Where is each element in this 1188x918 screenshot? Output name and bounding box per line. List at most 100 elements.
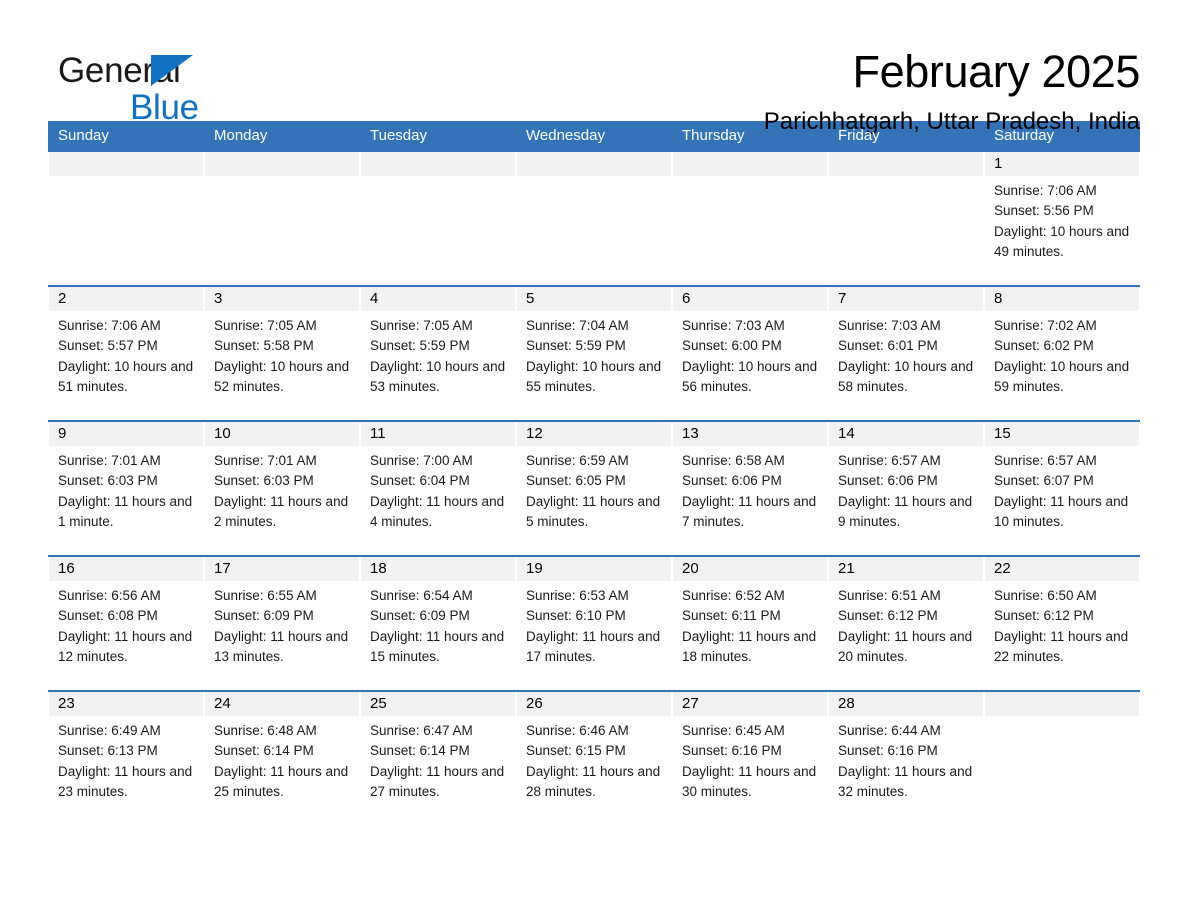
sunrise-text: Sunrise: 7:04 AM xyxy=(526,318,629,333)
day-cell[interactable]: 6 Sunrise: 7:03 AM Sunset: 6:00 PM Dayli… xyxy=(672,287,828,420)
day-number: 27 xyxy=(673,692,827,716)
sunset-text: Sunset: 6:06 PM xyxy=(682,473,782,489)
day-cell[interactable]: 11 Sunrise: 7:00 AM Sunset: 6:04 PM Dayl… xyxy=(360,422,516,555)
day-cell[interactable]: 13 Sunrise: 6:58 AM Sunset: 6:06 PM Dayl… xyxy=(672,422,828,555)
day-details: Sunrise: 6:57 AM Sunset: 6:07 PM Dayligh… xyxy=(985,446,1139,532)
sunrise-text: Sunrise: 6:48 AM xyxy=(214,723,317,738)
day-number: 11 xyxy=(361,422,515,446)
weekday-header-wednesday: Wednesday xyxy=(526,127,605,144)
day-number: 15 xyxy=(985,422,1139,446)
sunrise-text: Sunrise: 7:03 AM xyxy=(682,318,785,333)
sunrise-text: Sunrise: 7:05 AM xyxy=(370,318,473,333)
sunrise-text: Sunrise: 6:51 AM xyxy=(838,588,941,603)
sunrise-text: Sunrise: 6:55 AM xyxy=(214,588,317,603)
day-cell[interactable]: 15 Sunrise: 6:57 AM Sunset: 6:07 PM Dayl… xyxy=(984,422,1140,555)
sunset-text: Sunset: 6:03 PM xyxy=(58,473,158,489)
day-cell[interactable]: 12 Sunrise: 6:59 AM Sunset: 6:05 PM Dayl… xyxy=(516,422,672,555)
day-details: Sunrise: 7:05 AM Sunset: 5:58 PM Dayligh… xyxy=(205,311,359,397)
sunset-text: Sunset: 6:09 PM xyxy=(214,608,314,624)
sunrise-text: Sunrise: 6:44 AM xyxy=(838,723,941,738)
day-cell[interactable] xyxy=(48,152,204,285)
day-cell[interactable]: 8 Sunrise: 7:02 AM Sunset: 6:02 PM Dayli… xyxy=(984,287,1140,420)
day-cell[interactable]: 26 Sunrise: 6:46 AM Sunset: 6:15 PM Dayl… xyxy=(516,692,672,825)
day-cell[interactable]: 28 Sunrise: 6:44 AM Sunset: 6:16 PM Dayl… xyxy=(828,692,984,825)
day-cell[interactable]: 3 Sunrise: 7:05 AM Sunset: 5:58 PM Dayli… xyxy=(204,287,360,420)
day-cell[interactable]: 18 Sunrise: 6:54 AM Sunset: 6:09 PM Dayl… xyxy=(360,557,516,690)
sunset-text: Sunset: 6:00 PM xyxy=(682,338,782,354)
day-details xyxy=(361,176,515,181)
daylight-text: Daylight: 11 hours and 23 minutes. xyxy=(58,763,193,799)
sunrise-text: Sunrise: 7:06 AM xyxy=(994,183,1097,198)
day-number: 25 xyxy=(361,692,515,716)
day-details: Sunrise: 6:59 AM Sunset: 6:05 PM Dayligh… xyxy=(517,446,671,532)
weekday-header-saturday: Saturday xyxy=(994,127,1055,144)
day-cell[interactable] xyxy=(984,692,1140,825)
day-cell[interactable]: 14 Sunrise: 6:57 AM Sunset: 6:06 PM Dayl… xyxy=(828,422,984,555)
day-cell[interactable]: 20 Sunrise: 6:52 AM Sunset: 6:11 PM Dayl… xyxy=(672,557,828,690)
day-details: Sunrise: 6:48 AM Sunset: 6:14 PM Dayligh… xyxy=(205,716,359,802)
daylight-text: Daylight: 11 hours and 18 minutes. xyxy=(682,628,817,664)
day-details xyxy=(205,176,359,181)
sunset-text: Sunset: 5:58 PM xyxy=(214,338,314,354)
day-number: 18 xyxy=(361,557,515,581)
day-cell[interactable] xyxy=(516,152,672,285)
day-number: 10 xyxy=(205,422,359,446)
logo-text-blue: Blue xyxy=(130,88,199,127)
day-number xyxy=(829,152,983,176)
sunrise-text: Sunrise: 6:57 AM xyxy=(994,453,1097,468)
day-details: Sunrise: 7:05 AM Sunset: 5:59 PM Dayligh… xyxy=(361,311,515,397)
day-cell[interactable] xyxy=(204,152,360,285)
day-cell[interactable]: 10 Sunrise: 7:01 AM Sunset: 6:03 PM Dayl… xyxy=(204,422,360,555)
day-details: Sunrise: 6:46 AM Sunset: 6:15 PM Dayligh… xyxy=(517,716,671,802)
sunrise-text: Sunrise: 7:06 AM xyxy=(58,318,161,333)
day-cell[interactable]: 27 Sunrise: 6:45 AM Sunset: 6:16 PM Dayl… xyxy=(672,692,828,825)
day-cell[interactable]: 4 Sunrise: 7:05 AM Sunset: 5:59 PM Dayli… xyxy=(360,287,516,420)
day-cell[interactable] xyxy=(672,152,828,285)
day-details: Sunrise: 6:56 AM Sunset: 6:08 PM Dayligh… xyxy=(49,581,203,667)
day-cell[interactable]: 5 Sunrise: 7:04 AM Sunset: 5:59 PM Dayli… xyxy=(516,287,672,420)
day-number: 20 xyxy=(673,557,827,581)
page-masthead: General Blue February 2025 Parichhatgarh… xyxy=(48,0,1140,135)
day-details: Sunrise: 7:04 AM Sunset: 5:59 PM Dayligh… xyxy=(517,311,671,397)
logo-triangle-icon xyxy=(151,55,193,86)
day-number xyxy=(985,692,1139,716)
day-cell[interactable]: 2 Sunrise: 7:06 AM Sunset: 5:57 PM Dayli… xyxy=(48,287,204,420)
day-details xyxy=(829,176,983,181)
daylight-text: Daylight: 11 hours and 7 minutes. xyxy=(682,493,817,529)
day-details: Sunrise: 6:55 AM Sunset: 6:09 PM Dayligh… xyxy=(205,581,359,667)
day-cell[interactable]: 23 Sunrise: 6:49 AM Sunset: 6:13 PM Dayl… xyxy=(48,692,204,825)
sunrise-text: Sunrise: 6:58 AM xyxy=(682,453,785,468)
sunset-text: Sunset: 6:09 PM xyxy=(370,608,470,624)
day-cell[interactable]: 1 Sunrise: 7:06 AM Sunset: 5:56 PM Dayli… xyxy=(984,152,1140,285)
day-cell[interactable]: 17 Sunrise: 6:55 AM Sunset: 6:09 PM Dayl… xyxy=(204,557,360,690)
day-details: Sunrise: 7:01 AM Sunset: 6:03 PM Dayligh… xyxy=(205,446,359,532)
day-cell[interactable]: 22 Sunrise: 6:50 AM Sunset: 6:12 PM Dayl… xyxy=(984,557,1140,690)
calendar-grid: Sunday Monday Tuesday Wednesday Thursday… xyxy=(48,121,1140,825)
day-details: Sunrise: 6:50 AM Sunset: 6:12 PM Dayligh… xyxy=(985,581,1139,667)
sunset-text: Sunset: 6:02 PM xyxy=(994,338,1094,354)
day-cell[interactable] xyxy=(828,152,984,285)
day-details: Sunrise: 7:03 AM Sunset: 6:01 PM Dayligh… xyxy=(829,311,983,397)
day-details: Sunrise: 6:49 AM Sunset: 6:13 PM Dayligh… xyxy=(49,716,203,802)
daylight-text: Daylight: 11 hours and 13 minutes. xyxy=(214,628,349,664)
day-cell[interactable]: 19 Sunrise: 6:53 AM Sunset: 6:10 PM Dayl… xyxy=(516,557,672,690)
day-number: 13 xyxy=(673,422,827,446)
sunset-text: Sunset: 6:13 PM xyxy=(58,743,158,759)
daylight-text: Daylight: 11 hours and 9 minutes. xyxy=(838,493,973,529)
day-cell[interactable]: 7 Sunrise: 7:03 AM Sunset: 6:01 PM Dayli… xyxy=(828,287,984,420)
sunrise-text: Sunrise: 6:56 AM xyxy=(58,588,161,603)
day-cell[interactable]: 21 Sunrise: 6:51 AM Sunset: 6:12 PM Dayl… xyxy=(828,557,984,690)
day-cell[interactable] xyxy=(360,152,516,285)
daylight-text: Daylight: 10 hours and 55 minutes. xyxy=(526,358,662,394)
daylight-text: Daylight: 10 hours and 59 minutes. xyxy=(994,358,1130,394)
day-cell[interactable]: 24 Sunrise: 6:48 AM Sunset: 6:14 PM Dayl… xyxy=(204,692,360,825)
day-details xyxy=(673,176,827,181)
calendar-week-row: 2 Sunrise: 7:06 AM Sunset: 5:57 PM Dayli… xyxy=(48,285,1140,420)
calendar-week-row: 1 Sunrise: 7:06 AM Sunset: 5:56 PM Dayli… xyxy=(48,150,1140,285)
day-cell[interactable]: 25 Sunrise: 6:47 AM Sunset: 6:14 PM Dayl… xyxy=(360,692,516,825)
day-cell[interactable]: 16 Sunrise: 6:56 AM Sunset: 6:08 PM Dayl… xyxy=(48,557,204,690)
day-cell[interactable]: 9 Sunrise: 7:01 AM Sunset: 6:03 PM Dayli… xyxy=(48,422,204,555)
sunset-text: Sunset: 6:08 PM xyxy=(58,608,158,624)
sunset-text: Sunset: 6:14 PM xyxy=(214,743,314,759)
day-number: 9 xyxy=(49,422,203,446)
